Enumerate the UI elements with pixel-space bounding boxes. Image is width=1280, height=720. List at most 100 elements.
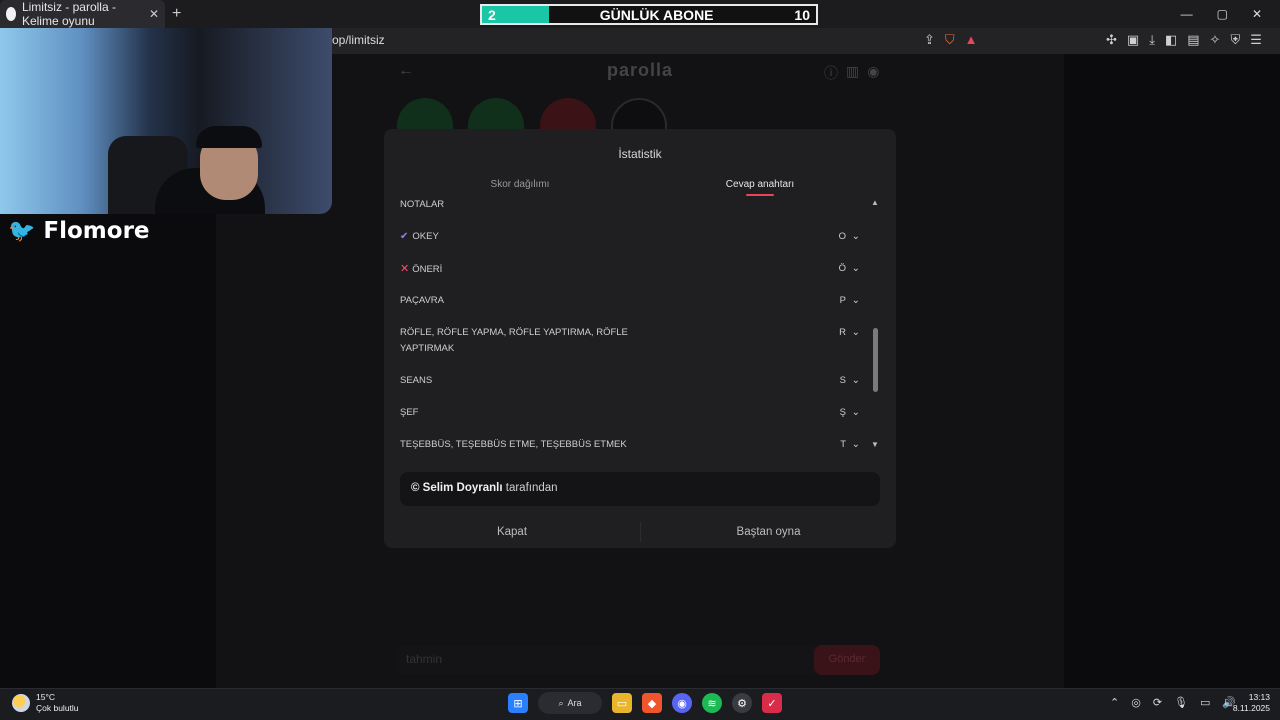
- spotify-icon[interactable]: ≋: [702, 693, 722, 713]
- clock-date: 8.11.2025: [1232, 703, 1270, 713]
- browser-extension-icons: ✣ ▣ ⤓ ◧ ▤ ✧ ⛨ ☰: [1106, 32, 1262, 48]
- chevron-down-icon[interactable]: ⌄: [852, 405, 860, 421]
- close-window-button[interactable]: ✕: [1252, 7, 1262, 21]
- sync-icon[interactable]: ⟳: [1153, 696, 1162, 709]
- guess-input[interactable]: tahmin: [396, 646, 816, 674]
- answer-word: RÖFLE, RÖFLE YAPMA, RÖFLE YAPTIRMA, RÖFL…: [400, 327, 628, 354]
- app-icon[interactable]: ✓: [762, 693, 782, 713]
- info-icon[interactable]: ⓘ: [824, 63, 838, 83]
- game-title: parolla: [606, 60, 674, 80]
- clock[interactable]: 13:13 8.11.2025: [1226, 692, 1270, 714]
- maximize-button[interactable]: ▢: [1217, 7, 1228, 21]
- address-bar[interactable]: op/limitsiz: [332, 33, 385, 47]
- screenshot-icon[interactable]: ▣: [1127, 32, 1139, 48]
- weather-temp: 15°C: [36, 692, 55, 702]
- weather-desc: Çok bulutlu: [36, 703, 79, 713]
- wallet-icon[interactable]: ▤: [1187, 32, 1199, 48]
- streamer-handle: 🐦 Flomore: [8, 218, 150, 244]
- profile-icon[interactable]: ◉: [867, 63, 879, 83]
- taskbar-apps: ⊞ ⌕ Ara ▭ ◆ ◉ ≋ ⚙ ✓: [508, 692, 782, 714]
- subscriber-goal-title: GÜNLÜK ABONE: [599, 6, 714, 23]
- scroll-down-arrow-icon[interactable]: ▼: [871, 440, 879, 449]
- extensions-icon[interactable]: ✣: [1106, 32, 1117, 48]
- chevron-down-icon[interactable]: ⌄: [852, 293, 860, 309]
- webcam-feed: [0, 28, 332, 214]
- streamer-handle-text: Flomore: [43, 218, 150, 244]
- minimize-button[interactable]: —: [1181, 7, 1193, 21]
- browser-tab[interactable]: Limitsiz - parolla - Kelime oyunu ✕: [0, 0, 165, 28]
- answer-letter: Ö: [838, 263, 846, 274]
- restart-button[interactable]: Baştan oyna: [640, 522, 896, 542]
- sidebar-icon[interactable]: ◧: [1165, 32, 1177, 48]
- tab-close-icon[interactable]: ✕: [149, 7, 159, 21]
- weather-icon: [12, 694, 30, 712]
- share-icon[interactable]: ⇪: [924, 32, 935, 48]
- streamer-cap: [196, 126, 262, 148]
- chevron-down-icon[interactable]: ⌄: [852, 261, 860, 277]
- check-icon: ✔: [400, 231, 409, 242]
- answer-letter: Ş: [839, 407, 846, 418]
- cross-icon: ✕: [400, 263, 410, 275]
- answer-word: SEANS: [400, 375, 433, 386]
- microphone-icon[interactable]: 🎙: [1174, 696, 1188, 709]
- credit-author[interactable]: © Selim Doyranlı: [411, 482, 503, 494]
- system-tray: ⌃ ◎ ⟳ 🎙 ▭ 🔊: [1110, 696, 1236, 709]
- answer-word: NOTALAR: [400, 199, 445, 210]
- subscriber-goal-target: 10: [794, 6, 810, 23]
- modal-title: İstatistik: [618, 147, 662, 161]
- answer-letter: S: [839, 375, 846, 386]
- close-button[interactable]: Kapat: [384, 522, 640, 542]
- tab-title: Limitsiz - parolla - Kelime oyunu: [21, 0, 116, 28]
- weather-widget[interactable]: 15°C Çok bulutlu: [12, 692, 79, 714]
- tab-answer-key[interactable]: Cevap anahtarı: [710, 179, 810, 190]
- answer-letter: R: [839, 327, 846, 338]
- new-tab-button[interactable]: +: [172, 5, 181, 23]
- answer-letter: O: [838, 231, 846, 242]
- address-bar-actions: ⇪ ⛉ ▲: [924, 32, 978, 48]
- brave-rewards-icon[interactable]: ▲: [965, 32, 978, 48]
- search-icon: ⌕: [558, 697, 564, 708]
- vpn-icon[interactable]: ⛨: [1230, 32, 1240, 48]
- subscriber-goal-overlay: 2 GÜNLÜK ABONE 10: [480, 4, 818, 25]
- answer-word: ÖNERİ: [412, 264, 443, 275]
- credit-box: © Selim Doyranlı tarafından: [400, 472, 880, 506]
- file-explorer-icon[interactable]: ▭: [612, 693, 632, 713]
- chevron-down-icon[interactable]: ⌄: [852, 437, 860, 453]
- game-header-icons: ⓘ ▥ ◉: [824, 63, 879, 83]
- twitter-icon: 🐦: [8, 218, 36, 244]
- taskbar-search[interactable]: ⌕ Ara: [538, 692, 602, 714]
- scrollbar-thumb[interactable]: [873, 328, 878, 392]
- tab-score-distribution[interactable]: Skor dağılımı: [470, 179, 570, 190]
- scroll-up-arrow-icon[interactable]: ▲: [871, 198, 879, 207]
- answer-word: ŞEF: [400, 407, 419, 418]
- steam-icon[interactable]: ⚙: [732, 693, 752, 713]
- answer-letter: P: [839, 295, 846, 306]
- windows-start-icon[interactable]: ⊞: [508, 693, 528, 713]
- stats-icon[interactable]: ▥: [846, 63, 859, 83]
- discord-icon[interactable]: ◉: [672, 693, 692, 713]
- chevron-down-icon[interactable]: ⌄: [852, 325, 860, 341]
- site-favicon-icon: [6, 7, 16, 21]
- clock-time: 13:13: [1248, 692, 1270, 702]
- back-arrow-icon[interactable]: ←: [398, 62, 414, 80]
- brave-shields-icon[interactable]: ⛉: [945, 32, 955, 48]
- answer-word: PAÇAVRA: [400, 295, 444, 306]
- taskbar-search-label: Ara: [567, 698, 582, 708]
- credit-suffix: tarafından: [502, 482, 558, 494]
- chevron-up-icon[interactable]: ⌃: [1110, 696, 1119, 709]
- chevron-down-icon[interactable]: ⌄: [852, 229, 860, 245]
- tray-app-icon[interactable]: ◎: [1131, 696, 1141, 709]
- menu-icon[interactable]: ☰: [1250, 32, 1262, 48]
- downloads-icon[interactable]: ⤓: [1149, 32, 1155, 48]
- window-controls: — ▢ ✕: [1181, 0, 1280, 28]
- answer-word: TEŞEBBÜS, TEŞEBBÜS ETME, TEŞEBBÜS ETMEK: [400, 439, 627, 450]
- answer-letter: T: [840, 439, 846, 450]
- display-icon[interactable]: ▭: [1200, 696, 1210, 709]
- brave-browser-icon[interactable]: ◆: [642, 693, 662, 713]
- answer-word: OKEY: [412, 231, 439, 242]
- leo-ai-icon[interactable]: ✧: [1210, 32, 1221, 48]
- active-tab-indicator: [746, 194, 774, 196]
- chevron-down-icon[interactable]: ⌄: [852, 373, 860, 389]
- subscriber-goal-current: 2: [488, 6, 496, 23]
- submit-button[interactable]: Gönder: [814, 645, 880, 675]
